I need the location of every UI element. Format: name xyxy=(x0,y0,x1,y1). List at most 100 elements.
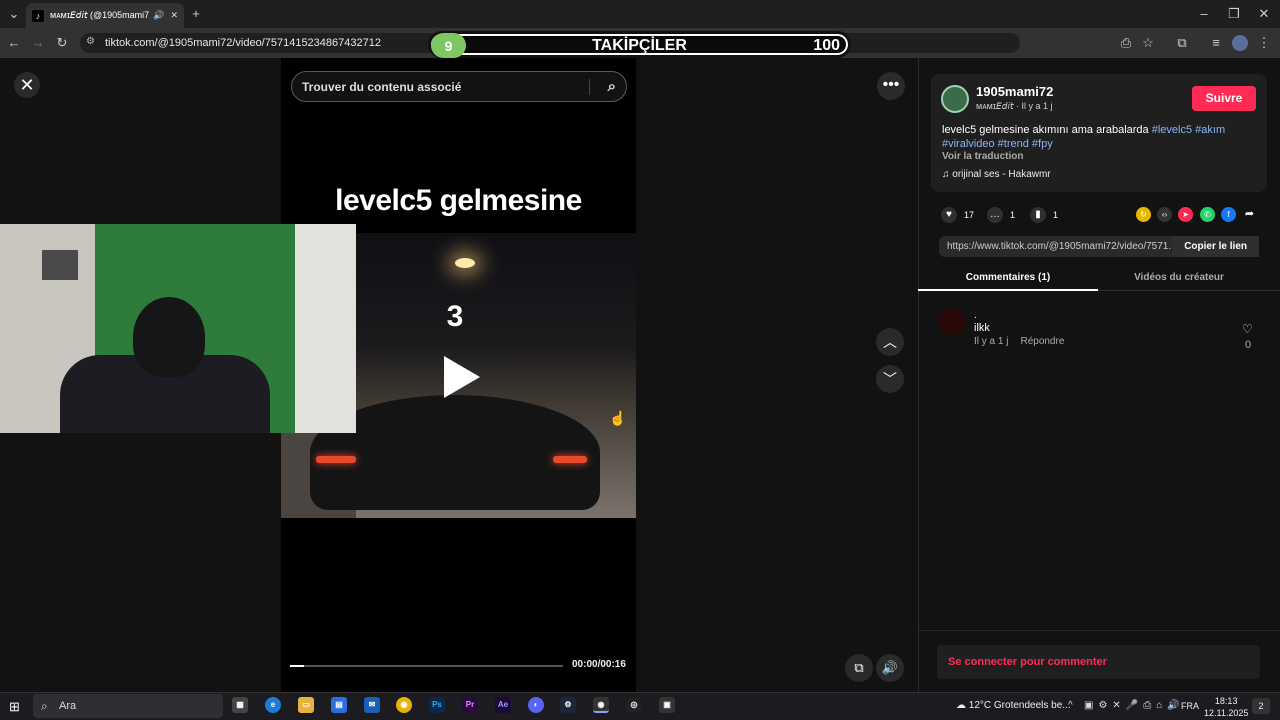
taskbar-search[interactable]: ⌕ Ara xyxy=(33,694,223,718)
back-button[interactable]: ← xyxy=(4,33,24,53)
volume-icon[interactable]: 🔊 xyxy=(876,654,904,682)
video-progress-bar[interactable] xyxy=(290,665,563,667)
weather-cloud-icon: ☁ xyxy=(956,700,969,711)
commenter-name[interactable]: . xyxy=(974,310,977,321)
facebook-icon[interactable]: f xyxy=(1221,207,1236,222)
embed-icon[interactable]: ‹› xyxy=(1157,207,1172,222)
mini-player-icon[interactable]: ⧉ xyxy=(845,654,873,682)
mouse-cursor-icon: ☝ xyxy=(609,410,627,426)
chrome-icon[interactable]: ◉ xyxy=(396,697,412,713)
after-effects-icon[interactable]: Ae xyxy=(495,697,511,713)
tab-close-icon[interactable]: ✕ xyxy=(170,10,178,21)
edge-icon[interactable]: e xyxy=(265,697,281,713)
comment-like-icon[interactable]: ♡ xyxy=(1242,322,1253,336)
notification-icon[interactable]: 2 xyxy=(1252,698,1270,714)
app-icon[interactable]: ▣ xyxy=(659,697,675,713)
creator-username[interactable]: 1905mami72 xyxy=(976,84,1053,99)
clock-time: 18:13 xyxy=(1214,696,1238,706)
task-view-icon[interactable]: ▦ xyxy=(232,697,248,713)
related-search-input[interactable]: Trouver du contenu associé ⌕ xyxy=(291,71,627,102)
hashtag-link[interactable]: #viralvideo xyxy=(942,138,995,150)
search-placeholder: Trouver du contenu associé xyxy=(302,79,462,94)
extensions-icon[interactable]: ⧉ xyxy=(1172,33,1192,53)
store-icon[interactable]: ▤ xyxy=(331,697,347,713)
window-close-button[interactable]: ✕ xyxy=(1254,4,1274,24)
steam-icon[interactable]: ⚙ xyxy=(560,697,576,713)
see-translation-link[interactable]: Voir la traduction xyxy=(942,151,1024,162)
login-divider xyxy=(918,630,1280,631)
more-options-icon[interactable]: ••• xyxy=(877,72,905,100)
restore-button[interactable]: ❐ xyxy=(1224,4,1244,24)
reply-button[interactable]: Répondre xyxy=(1020,336,1064,347)
install-app-icon[interactable]: ⎙ xyxy=(1116,33,1136,53)
obs-icon[interactable]: ◎ xyxy=(626,697,642,713)
copy-link-button[interactable]: Copier le lien xyxy=(1172,236,1259,257)
url-text: tiktok.com/@1905mami72/video/75714152348… xyxy=(105,37,381,49)
search-icon[interactable]: ⌕ xyxy=(608,78,616,95)
weather-widget[interactable]: ☁ 12°C Grotendeels be... xyxy=(956,700,1071,711)
tiktok-favicon-icon: ♪ xyxy=(32,9,44,22)
whatsapp-icon[interactable]: ✆ xyxy=(1200,207,1215,222)
save-stat[interactable]: ▮ 1 xyxy=(1030,207,1058,223)
file-explorer-icon[interactable]: ▭ xyxy=(298,697,314,713)
premiere-icon[interactable]: Pr xyxy=(462,697,478,713)
webcam-curtain xyxy=(295,224,356,433)
play-icon[interactable] xyxy=(444,356,480,398)
profile-avatar[interactable] xyxy=(1232,35,1248,51)
repost-icon[interactable]: ↻ xyxy=(1136,207,1151,222)
video-description: levelc5 gelmesine akımını ama arabalarda… xyxy=(942,123,1257,151)
new-tab-button[interactable]: + xyxy=(186,4,206,24)
tray-chevron-up-icon[interactable]: ^ xyxy=(1068,700,1073,711)
mail-icon[interactable]: ✉ xyxy=(364,697,380,713)
hashtag-link[interactable]: #levelc5 xyxy=(1152,124,1192,136)
tab-creator-videos[interactable]: Vidéos du créateur xyxy=(1089,272,1269,283)
login-to-comment-button[interactable]: Se connecter pour commenter xyxy=(937,645,1260,679)
chevron-up-icon[interactable]: ︿ xyxy=(876,328,904,356)
tab-comments[interactable]: Commentaires (1) xyxy=(918,272,1098,283)
system-tray-icons[interactable]: ▣⚙✕🎤⎙⌂🔊 xyxy=(1084,700,1185,711)
hashtag-link[interactable]: #akım xyxy=(1195,124,1225,136)
bookmark-icon: ▮ xyxy=(1030,207,1046,223)
like-stat[interactable]: ♥ 17 xyxy=(941,207,974,223)
discord-icon[interactable]: ◐ xyxy=(528,697,544,713)
follower-goal-title: TAKİPÇİLER xyxy=(592,37,687,54)
description-text: levelc5 gelmesine akımını ama arabalarda xyxy=(942,124,1149,136)
taskbar-search-label: Ara xyxy=(59,700,77,712)
site-info-icon[interactable]: ⚙ xyxy=(86,36,95,47)
search-divider xyxy=(589,79,590,95)
send-icon[interactable]: ➤ xyxy=(1178,207,1193,222)
windows-start-icon[interactable]: ⊞ xyxy=(9,699,20,715)
input-language[interactable]: FRA xyxy=(1181,701,1199,711)
hashtag-link[interactable]: #fpy xyxy=(1032,138,1053,150)
photoshop-icon[interactable]: Ps xyxy=(429,697,445,713)
share-url[interactable]: https://www.tiktok.com/@1905mami72/video… xyxy=(939,241,1172,252)
share-arrow-icon[interactable]: ➦ xyxy=(1242,207,1257,222)
minimize-button[interactable]: – xyxy=(1194,4,1214,24)
forward-button[interactable]: → xyxy=(28,33,48,53)
bookmark-star-icon[interactable]: ☆ xyxy=(1138,33,1158,53)
comment-stat[interactable]: … 1 xyxy=(987,207,1015,223)
chrome-menu-icon[interactable]: ⋮ xyxy=(1254,33,1274,53)
taskbar-clock[interactable]: 18:13 12.11.2025 xyxy=(1204,695,1248,719)
search-icon: ⌕ xyxy=(41,699,48,713)
chevron-down-icon[interactable]: ﹀ xyxy=(876,365,904,393)
follow-button[interactable]: Suivre xyxy=(1192,86,1256,111)
chrome-active-icon[interactable]: ◉ xyxy=(593,697,609,713)
browser-tab[interactable]: ♪ ᴍᴀᴍɪ𝘌𝘥𝘪𝘵 (@1905mami72 🔊 ✕ xyxy=(26,3,184,28)
video-time: 00:00/00:16 xyxy=(572,659,626,670)
reload-button[interactable]: ↻ xyxy=(52,33,72,53)
media-controls-icon[interactable]: ≡ xyxy=(1206,33,1226,53)
save-count: 1 xyxy=(1053,210,1059,220)
webcam-person-head xyxy=(133,297,205,377)
tail-light-left xyxy=(316,456,356,463)
comment-count: 1 xyxy=(1010,210,1016,220)
commenter-avatar[interactable] xyxy=(939,309,965,335)
tab-list-button[interactable]: ⌄ xyxy=(4,4,24,24)
tab-audio-icon[interactable]: 🔊 xyxy=(153,10,164,21)
music-info[interactable]: ♫ orijinal ses - Hakawmr xyxy=(942,169,1051,180)
video-progress-fill xyxy=(290,665,304,667)
creator-avatar[interactable] xyxy=(941,85,969,113)
hashtag-link[interactable]: #trend xyxy=(998,138,1029,150)
comment-text: ilkk xyxy=(974,322,990,334)
close-icon[interactable]: ✕ xyxy=(14,72,40,98)
